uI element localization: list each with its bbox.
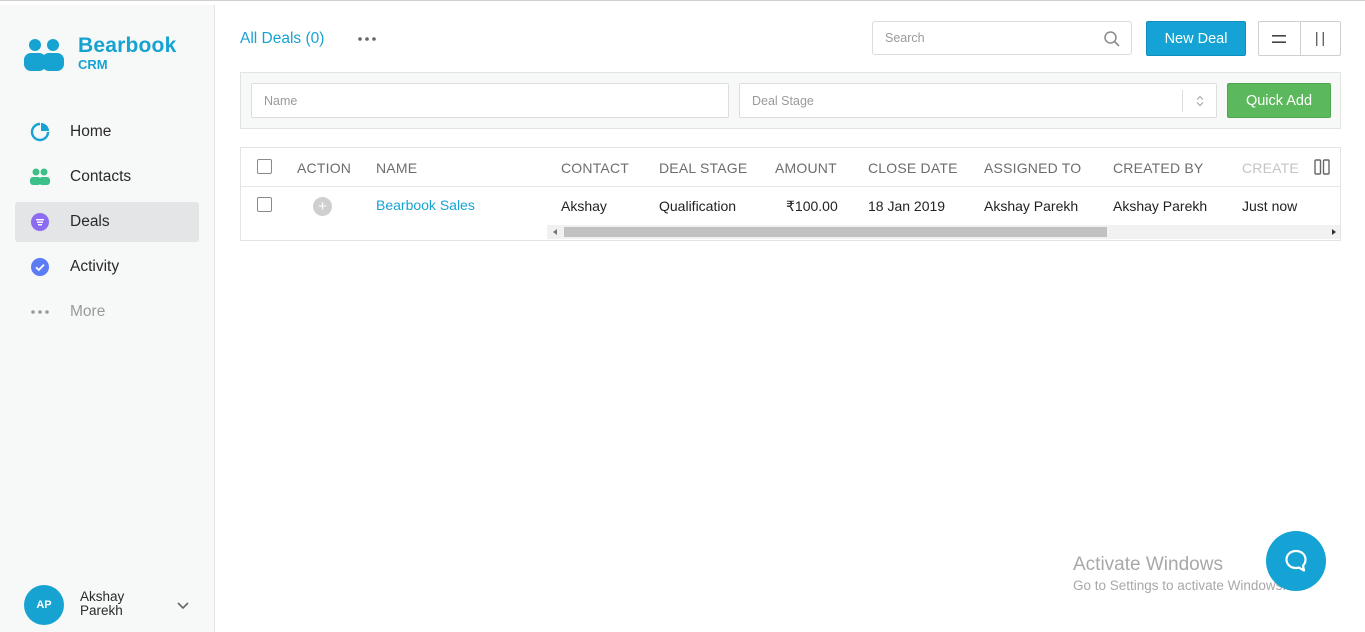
chat-bubble-icon xyxy=(1285,549,1307,572)
more-dots-icon xyxy=(29,301,51,323)
user-name: Akshay Parekh xyxy=(80,589,125,618)
more-options-icon[interactable] xyxy=(357,30,379,48)
cell-created-by: Akshay Parekh xyxy=(1113,198,1208,214)
brand-name: Bearbook xyxy=(78,34,177,57)
sidebar: Bearbook CRM Home Contacts Deals Activit… xyxy=(0,5,215,632)
user-menu[interactable]: AP Akshay Parekh xyxy=(24,585,204,625)
deal-stage-select[interactable]: Deal Stage xyxy=(739,83,1217,118)
watermark-subtitle: Go to Settings to activate Windows. xyxy=(1073,578,1287,593)
cell-assigned-to: Akshay Parekh xyxy=(984,198,1079,214)
select-all-checkbox[interactable] xyxy=(257,159,272,174)
cell-close-date: 18 Jan 2019 xyxy=(868,198,946,214)
check-circle-icon xyxy=(29,256,51,278)
deal-name-input[interactable] xyxy=(252,84,728,117)
board-view-icon xyxy=(1316,31,1325,46)
filter-list-icon xyxy=(29,211,51,233)
sidebar-item-deals[interactable]: Deals xyxy=(15,202,199,242)
cell-amount: ₹100.00 xyxy=(786,198,838,214)
row-checkbox[interactable] xyxy=(257,197,272,212)
column-header-deal-stage[interactable]: DEAL STAGE xyxy=(659,160,747,176)
sidebar-item-more[interactable]: More xyxy=(15,292,199,332)
deals-table: ACTION NAME CONTACT DEAL STAGE AMOUNT CL… xyxy=(240,147,1341,241)
search-input[interactable] xyxy=(873,22,1093,54)
sidebar-item-label: Activity xyxy=(70,258,120,275)
column-header-amount[interactable]: AMOUNT xyxy=(775,160,837,176)
brand-sub: CRM xyxy=(78,57,108,72)
quick-add-bar: Deal Stage Quick Add xyxy=(240,72,1341,129)
deal-name-field xyxy=(251,83,729,118)
table-header: ACTION NAME CONTACT DEAL STAGE AMOUNT CL… xyxy=(241,148,1340,187)
column-header-close-date[interactable]: CLOSE DATE xyxy=(868,160,958,176)
cell-created: Just now xyxy=(1242,198,1298,214)
sidebar-item-label: Home xyxy=(70,123,112,140)
scroll-left-icon[interactable] xyxy=(551,228,559,236)
board-view-button[interactable] xyxy=(1299,22,1341,55)
sidebar-item-contacts[interactable]: Contacts xyxy=(15,157,199,197)
sidebar-item-home[interactable]: Home xyxy=(15,112,199,152)
view-toggle xyxy=(1258,21,1341,56)
sidebar-nav: Home Contacts Deals Activity More xyxy=(15,112,199,337)
pie-chart-icon xyxy=(29,121,51,143)
columns-icon[interactable] xyxy=(1313,158,1331,176)
sidebar-item-label: More xyxy=(70,303,106,320)
sidebar-item-label: Deals xyxy=(70,213,110,230)
app-window: Bearbook CRM Home Contacts Deals Activit… xyxy=(0,0,1365,632)
sidebar-item-activity[interactable]: Activity xyxy=(15,247,199,287)
sidebar-item-label: Contacts xyxy=(70,168,132,185)
column-header-name[interactable]: NAME xyxy=(376,160,417,176)
column-header-assigned-to[interactable]: ASSIGNED TO xyxy=(984,160,1081,176)
scrollbar-thumb[interactable] xyxy=(564,227,1107,237)
page-title[interactable]: All Deals (0) xyxy=(240,30,324,48)
activation-watermark: Activate Windows Go to Settings to activ… xyxy=(1073,554,1286,595)
cell-contact: Akshay xyxy=(561,198,607,214)
table-row: + Bearbook Sales Akshay Qualification ₹1… xyxy=(241,187,1340,227)
search-box xyxy=(872,21,1132,55)
chevron-down-icon[interactable] xyxy=(176,598,190,612)
select-caret-icon xyxy=(1182,90,1216,112)
bearbook-logo-icon xyxy=(24,39,64,71)
column-header-created-by[interactable]: CREATED BY xyxy=(1113,160,1203,176)
search-icon[interactable] xyxy=(1103,30,1121,48)
add-action-icon[interactable]: + xyxy=(313,197,332,216)
scroll-right-icon[interactable] xyxy=(1330,228,1338,236)
list-view-icon xyxy=(1272,34,1287,43)
column-header-created[interactable]: CREATED xyxy=(1242,160,1300,176)
people-icon xyxy=(29,166,51,188)
watermark-title: Activate Windows xyxy=(1073,554,1223,575)
column-header-contact[interactable]: CONTACT xyxy=(561,160,629,176)
horizontal-scrollbar[interactable] xyxy=(547,225,1340,239)
chat-launcher-button[interactable] xyxy=(1266,531,1326,591)
quick-add-button[interactable]: Quick Add xyxy=(1227,83,1331,118)
avatar: AP xyxy=(24,585,64,625)
cell-deal-stage: Qualification xyxy=(659,198,737,214)
list-view-button[interactable] xyxy=(1259,22,1300,55)
new-deal-button[interactable]: New Deal xyxy=(1146,21,1246,56)
column-header-action: ACTION xyxy=(297,160,352,176)
deal-stage-placeholder: Deal Stage xyxy=(752,93,814,108)
deal-name-link[interactable]: Bearbook Sales xyxy=(376,197,475,213)
